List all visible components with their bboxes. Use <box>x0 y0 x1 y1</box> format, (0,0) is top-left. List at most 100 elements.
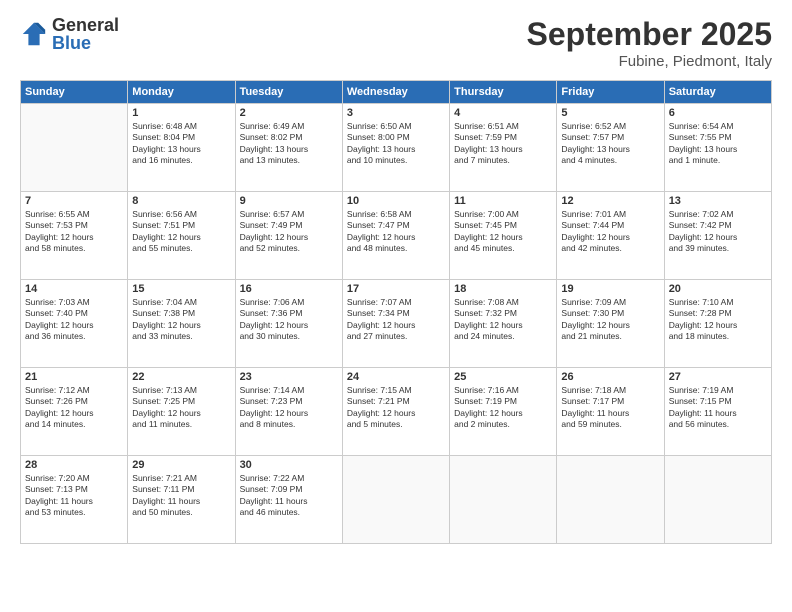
day-info: Sunrise: 7:20 AMSunset: 7:13 PMDaylight:… <box>25 473 123 519</box>
calendar-cell: 22Sunrise: 7:13 AMSunset: 7:25 PMDayligh… <box>128 368 235 456</box>
calendar-week-row: 1 Sunrise: 6:48 AMSunset: 8:04 PMDaylight… <box>21 104 772 192</box>
calendar-cell: 19 Sunrise: 7:09 AMSunset: 7:30 PMDayligh… <box>557 280 664 368</box>
day-info: Sunrise: 7:15 AMSunset: 7:21 PMDaylight:… <box>347 385 445 431</box>
calendar-cell: 2 Sunrise: 6:49 AMSunset: 8:02 PMDaylight… <box>235 104 342 192</box>
day-info: Sunrise: 6:56 AMSunset: 7:51 PMDaylight:… <box>132 209 230 255</box>
day-number: 22 <box>132 371 230 383</box>
title-section: September 2025 Fubine, Piedmont, Italy <box>527 16 772 70</box>
day-number: 25 <box>454 371 552 383</box>
calendar-cell: 29 Sunrise: 7:21 AMSunset: 7:11 PMDayligh… <box>128 456 235 544</box>
day-number: 19 <box>561 283 659 295</box>
calendar-cell <box>557 456 664 544</box>
calendar-cell: 10Sunrise: 6:58 AMSunset: 7:47 PMDayligh… <box>342 192 449 280</box>
calendar-cell: 11Sunrise: 7:00 AMSunset: 7:45 PMDayligh… <box>450 192 557 280</box>
logo-text: General Blue <box>52 16 119 52</box>
calendar-cell: 24 Sunrise: 7:15 AMSunset: 7:21 PMDayligh… <box>342 368 449 456</box>
calendar-cell: 13 Sunrise: 7:02 AMSunset: 7:42 PMDayligh… <box>664 192 771 280</box>
day-number: 23 <box>240 371 338 383</box>
day-info: Sunrise: 7:01 AMSunset: 7:44 PMDaylight:… <box>561 209 659 255</box>
day-number: 1 <box>132 107 230 119</box>
calendar-cell: 21 Sunrise: 7:12 AMSunset: 7:26 PMDayligh… <box>21 368 128 456</box>
calendar-cell: 7Sunrise: 6:55 AMSunset: 7:53 PMDaylight… <box>21 192 128 280</box>
day-info: Sunrise: 7:04 AMSunset: 7:38 PMDaylight:… <box>132 297 230 343</box>
day-number: 10 <box>347 195 445 207</box>
day-header-friday: Friday <box>557 81 664 104</box>
calendar-cell: 8 Sunrise: 6:56 AMSunset: 7:51 PMDaylight… <box>128 192 235 280</box>
day-number: 27 <box>669 371 767 383</box>
logo-blue-text: Blue <box>52 34 119 52</box>
calendar-cell: 15Sunrise: 7:04 AMSunset: 7:38 PMDayligh… <box>128 280 235 368</box>
day-info: Sunrise: 7:08 AMSunset: 7:32 PMDaylight:… <box>454 297 552 343</box>
day-number: 24 <box>347 371 445 383</box>
day-number: 9 <box>240 195 338 207</box>
day-info: Sunrise: 7:07 AMSunset: 7:34 PMDaylight:… <box>347 297 445 343</box>
day-number: 13 <box>669 195 767 207</box>
calendar-cell: 30 Sunrise: 7:22 AMSunset: 7:09 PMDayligh… <box>235 456 342 544</box>
calendar-cell <box>21 104 128 192</box>
day-info: Sunrise: 7:12 AMSunset: 7:26 PMDaylight:… <box>25 385 123 431</box>
day-info: Sunrise: 6:52 AMSunset: 7:57 PMDaylight:… <box>561 121 659 167</box>
calendar-cell <box>342 456 449 544</box>
day-number: 4 <box>454 107 552 119</box>
day-info: Sunrise: 7:18 AMSunset: 7:17 PMDaylight:… <box>561 385 659 431</box>
day-number: 2 <box>240 107 338 119</box>
logo: General Blue <box>20 16 119 52</box>
day-info: Sunrise: 6:48 AMSunset: 8:04 PMDaylight:… <box>132 121 230 167</box>
day-header-thursday: Thursday <box>450 81 557 104</box>
day-info: Sunrise: 6:49 AMSunset: 8:02 PMDaylight:… <box>240 121 338 167</box>
day-header-monday: Monday <box>128 81 235 104</box>
calendar-cell: 9Sunrise: 6:57 AMSunset: 7:49 PMDaylight… <box>235 192 342 280</box>
day-number: 26 <box>561 371 659 383</box>
day-number: 21 <box>25 371 123 383</box>
calendar-table: SundayMondayTuesdayWednesdayThursdayFrid… <box>20 80 772 544</box>
day-info: Sunrise: 7:02 AMSunset: 7:42 PMDaylight:… <box>669 209 767 255</box>
calendar-cell: 3 Sunrise: 6:50 AMSunset: 8:00 PMDaylight… <box>342 104 449 192</box>
day-header-wednesday: Wednesday <box>342 81 449 104</box>
day-number: 30 <box>240 459 338 471</box>
day-info: Sunrise: 7:22 AMSunset: 7:09 PMDaylight:… <box>240 473 338 519</box>
calendar-cell: 26 Sunrise: 7:18 AMSunset: 7:17 PMDayligh… <box>557 368 664 456</box>
day-number: 6 <box>669 107 767 119</box>
calendar-week-row: 7Sunrise: 6:55 AMSunset: 7:53 PMDaylight… <box>21 192 772 280</box>
day-header-sunday: Sunday <box>21 81 128 104</box>
header: General Blue September 2025 Fubine, Pied… <box>20 16 772 70</box>
day-number: 11 <box>454 195 552 207</box>
calendar-header-row: SundayMondayTuesdayWednesdayThursdayFrid… <box>21 81 772 104</box>
calendar-cell: 17 Sunrise: 7:07 AMSunset: 7:34 PMDayligh… <box>342 280 449 368</box>
calendar-cell: 12 Sunrise: 7:01 AMSunset: 7:44 PMDayligh… <box>557 192 664 280</box>
logo-general-text: General <box>52 16 119 34</box>
day-number: 28 <box>25 459 123 471</box>
calendar-cell: 28 Sunrise: 7:20 AMSunset: 7:13 PMDayligh… <box>21 456 128 544</box>
calendar-cell: 27 Sunrise: 7:19 AMSunset: 7:15 PMDayligh… <box>664 368 771 456</box>
calendar-cell: 1 Sunrise: 6:48 AMSunset: 8:04 PMDaylight… <box>128 104 235 192</box>
day-number: 17 <box>347 283 445 295</box>
calendar-cell: 5 Sunrise: 6:52 AMSunset: 7:57 PMDaylight… <box>557 104 664 192</box>
day-info: Sunrise: 6:50 AMSunset: 8:00 PMDaylight:… <box>347 121 445 167</box>
day-number: 5 <box>561 107 659 119</box>
day-header-tuesday: Tuesday <box>235 81 342 104</box>
day-info: Sunrise: 7:10 AMSunset: 7:28 PMDaylight:… <box>669 297 767 343</box>
day-info: Sunrise: 7:14 AMSunset: 7:23 PMDaylight:… <box>240 385 338 431</box>
day-info: Sunrise: 7:09 AMSunset: 7:30 PMDaylight:… <box>561 297 659 343</box>
day-number: 16 <box>240 283 338 295</box>
calendar-cell: 4 Sunrise: 6:51 AMSunset: 7:59 PMDaylight… <box>450 104 557 192</box>
subtitle: Fubine, Piedmont, Italy <box>527 53 772 70</box>
calendar-cell <box>450 456 557 544</box>
day-number: 18 <box>454 283 552 295</box>
day-number: 14 <box>25 283 123 295</box>
calendar-cell: 23 Sunrise: 7:14 AMSunset: 7:23 PMDayligh… <box>235 368 342 456</box>
calendar-cell: 18 Sunrise: 7:08 AMSunset: 7:32 PMDayligh… <box>450 280 557 368</box>
day-info: Sunrise: 7:21 AMSunset: 7:11 PMDaylight:… <box>132 473 230 519</box>
calendar-week-row: 21 Sunrise: 7:12 AMSunset: 7:26 PMDayligh… <box>21 368 772 456</box>
day-info: Sunrise: 6:55 AMSunset: 7:53 PMDaylight:… <box>25 209 123 255</box>
day-info: Sunrise: 7:03 AMSunset: 7:40 PMDaylight:… <box>25 297 123 343</box>
page: General Blue September 2025 Fubine, Pied… <box>0 0 792 612</box>
day-number: 3 <box>347 107 445 119</box>
day-number: 8 <box>132 195 230 207</box>
day-info: Sunrise: 7:19 AMSunset: 7:15 PMDaylight:… <box>669 385 767 431</box>
calendar-cell: 20Sunrise: 7:10 AMSunset: 7:28 PMDayligh… <box>664 280 771 368</box>
day-number: 12 <box>561 195 659 207</box>
day-number: 29 <box>132 459 230 471</box>
day-info: Sunrise: 6:51 AMSunset: 7:59 PMDaylight:… <box>454 121 552 167</box>
calendar-week-row: 28 Sunrise: 7:20 AMSunset: 7:13 PMDayligh… <box>21 456 772 544</box>
